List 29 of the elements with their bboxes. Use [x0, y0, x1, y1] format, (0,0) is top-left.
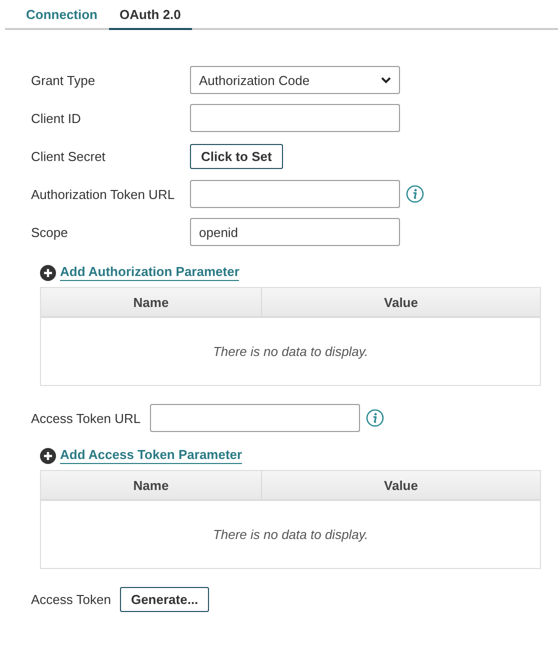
- text-field[interactable]: [190, 180, 400, 208]
- tab[interactable]: OAuth 2.0: [108, 0, 192, 30]
- generate-button[interactable]: Generate...: [120, 587, 210, 612]
- empty-message: There is no data to display.: [212, 527, 368, 542]
- field-label: Client ID: [31, 110, 82, 126]
- field-label: Access Token: [31, 592, 111, 607]
- column-header: Name: [41, 288, 262, 316]
- text-field[interactable]: openid: [190, 218, 400, 246]
- column-header: Name: [41, 471, 262, 499]
- grant-type-dropdown[interactable]: Authorization Code: [190, 66, 400, 94]
- tab[interactable]: Connection: [20, 0, 108, 30]
- text-field[interactable]: [150, 404, 360, 432]
- add-icon[interactable]: [40, 264, 56, 280]
- text-field[interactable]: [190, 104, 400, 132]
- field-label: Scope: [31, 224, 69, 240]
- empty-message: There is no data to display.: [212, 344, 368, 359]
- field-label: Client Secret: [31, 148, 106, 164]
- field-label: Access Token URL: [31, 410, 141, 426]
- add-icon[interactable]: [40, 448, 56, 464]
- column-header: Value: [383, 294, 419, 312]
- click-to-set-button[interactable]: Click to Set: [190, 144, 283, 168]
- info-icon[interactable]: [406, 185, 424, 203]
- add-parameter-link[interactable]: Add Authorization Parameter: [60, 264, 240, 281]
- column-header: Value: [383, 476, 419, 494]
- info-icon[interactable]: [366, 409, 384, 427]
- chevron-down-icon: [381, 76, 391, 84]
- field-label: Grant Type: [31, 72, 96, 88]
- field-label: Authorization Token URL: [31, 186, 176, 202]
- add-parameter-link[interactable]: Add Access Token Parameter: [60, 447, 242, 464]
